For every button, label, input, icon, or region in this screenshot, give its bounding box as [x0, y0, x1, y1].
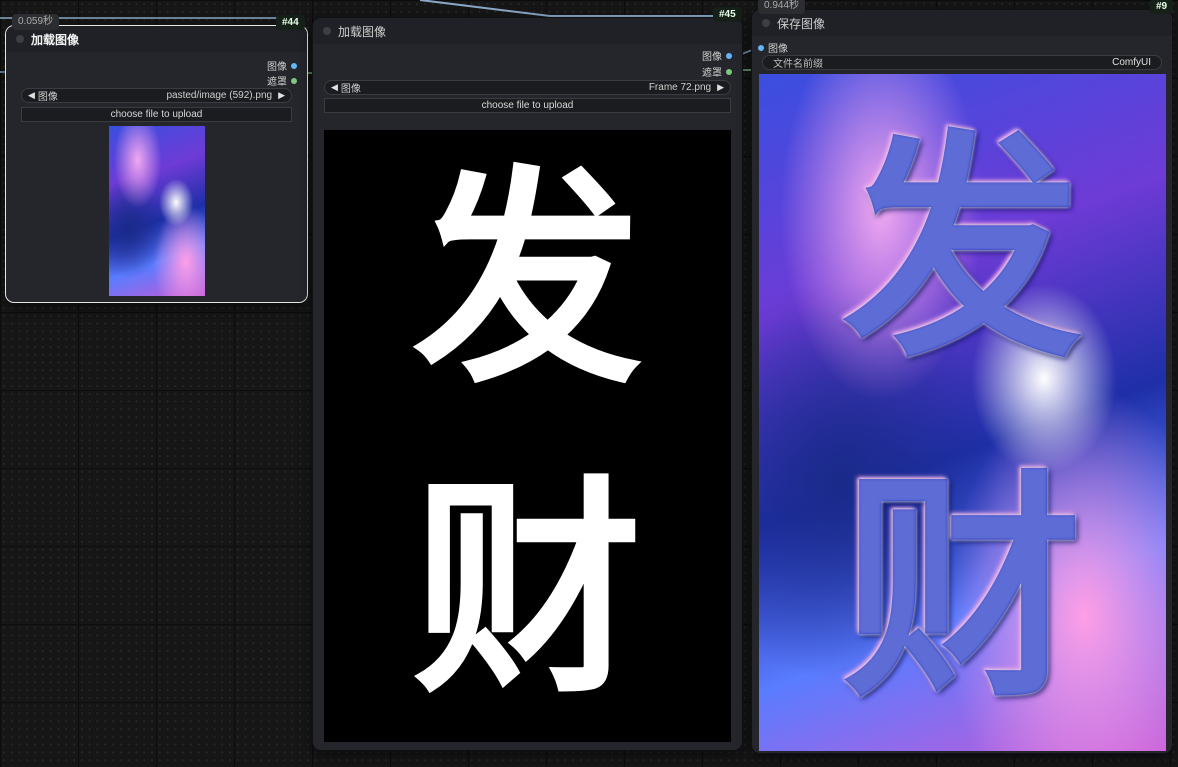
node-title: 保存图像 — [777, 16, 826, 31]
arrow-left-icon[interactable]: ◀ — [28, 90, 35, 101]
load-image-node-45[interactable]: #45 加载图像 图像 遮罩 ◀ 图像 Frame 72.png ▶ choos… — [313, 7, 742, 750]
collapse-dot-icon[interactable] — [16, 35, 24, 43]
image-preview: 发 财 — [324, 130, 731, 742]
node-title: 加载图像 — [338, 24, 387, 39]
load-image-node-44[interactable]: 0.059秒 #44 加载图像 图像 遮罩 ◀ 图像 pasted/image … — [6, 14, 307, 302]
node-header[interactable]: 加载图像 — [313, 18, 742, 44]
node-header[interactable]: 保存图像 — [752, 10, 1172, 36]
filename-prefix-field[interactable]: 文件名前缀 ComfyUI — [762, 55, 1162, 70]
node-id-badge: #9 — [1150, 0, 1174, 14]
arrow-left-icon[interactable]: ◀ — [331, 82, 338, 93]
output-image-port[interactable] — [726, 52, 732, 59]
image-select[interactable]: ◀ 图像 pasted/image (592).png ▶ — [21, 88, 292, 103]
output-mask-port[interactable] — [291, 77, 297, 84]
execution-timer: 0.059秒 — [12, 14, 60, 30]
image-select[interactable]: ◀ 图像 Frame 72.png ▶ — [324, 80, 731, 95]
collapse-dot-icon[interactable] — [762, 19, 770, 27]
arrow-right-icon[interactable]: ▶ — [278, 90, 285, 101]
image-preview — [109, 126, 205, 296]
output-image[interactable]: 图像 — [702, 48, 732, 63]
upload-button[interactable]: choose file to upload — [324, 98, 731, 113]
node-id-badge: #44 — [276, 15, 305, 30]
input-image-port[interactable] — [758, 44, 764, 51]
execution-timer: 0.944秒 — [758, 0, 806, 14]
image-preview: 发 财 — [759, 74, 1166, 751]
collapse-dot-icon[interactable] — [323, 27, 331, 35]
preview-char-fa: 发 — [842, 108, 1083, 390]
preview-char-cai: 财 — [842, 448, 1083, 730]
node-id-badge: #45 — [713, 7, 742, 22]
output-image-port[interactable] — [291, 62, 297, 69]
save-image-node-9[interactable]: 0.944秒 #9 保存图像 图像 文件名前缀 ComfyUI 发 财 — [752, 0, 1174, 753]
preview-char-fa: 发 — [412, 145, 643, 415]
output-mask[interactable]: 遮罩 — [702, 64, 732, 79]
wire-top — [419, 0, 738, 17]
output-image[interactable]: 图像 — [267, 58, 297, 73]
node-title: 加载图像 — [31, 32, 80, 47]
arrow-right-icon[interactable]: ▶ — [717, 82, 724, 93]
input-image[interactable]: 图像 — [758, 40, 788, 55]
preview-char-cai: 财 — [412, 455, 643, 725]
upload-button[interactable]: choose file to upload — [21, 107, 292, 122]
output-mask[interactable]: 遮罩 — [267, 73, 297, 88]
output-mask-port[interactable] — [726, 68, 732, 75]
